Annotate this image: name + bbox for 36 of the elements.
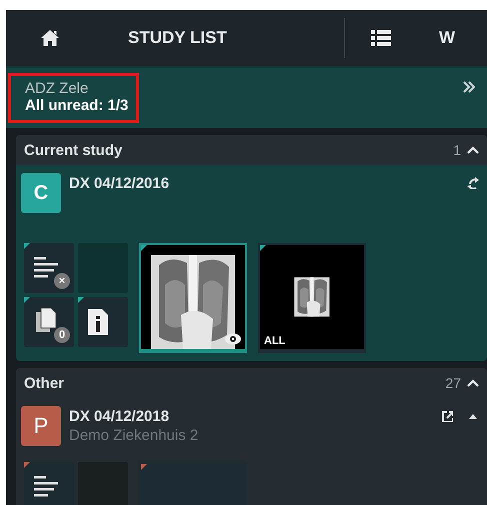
chevron-up-icon[interactable] bbox=[467, 379, 479, 387]
info-tile[interactable] bbox=[78, 297, 128, 347]
unread-count: All unread: 1/3 bbox=[25, 97, 128, 114]
document-tile[interactable]: 0 bbox=[24, 297, 74, 347]
report-tile[interactable]: × bbox=[24, 243, 74, 293]
report-tile[interactable] bbox=[24, 462, 74, 505]
study-count: 1 bbox=[453, 142, 461, 158]
double-chevron-icon[interactable] bbox=[463, 81, 475, 93]
count-badge: × bbox=[54, 273, 70, 289]
section-title: Current study bbox=[24, 142, 122, 158]
study-title: DX 04/12/2016 bbox=[69, 175, 170, 192]
export-icon[interactable] bbox=[441, 410, 453, 422]
info-document-icon bbox=[88, 309, 108, 335]
home-icon bbox=[40, 29, 60, 47]
location-name: ADZ Zele bbox=[25, 80, 90, 97]
hospital-name: Demo Ziekenhuis 2 bbox=[69, 427, 200, 444]
study-list-tab[interactable]: STUDY LIST bbox=[128, 28, 288, 48]
corner-mark-icon bbox=[24, 462, 30, 468]
next-tab[interactable]: W bbox=[439, 28, 456, 48]
corner-mark-icon bbox=[260, 245, 266, 251]
avatar-badge: P bbox=[21, 406, 61, 446]
study-title: DX 04/12/2018 bbox=[69, 408, 170, 425]
xray-thumbnail[interactable]: ALL bbox=[258, 243, 366, 353]
series-label: ALL bbox=[264, 335, 286, 347]
list-icon bbox=[371, 30, 391, 46]
count-badge: 0 bbox=[54, 327, 70, 343]
corner-mark-icon bbox=[141, 245, 147, 251]
corner-mark-icon bbox=[24, 243, 30, 249]
avatar-badge: C bbox=[21, 173, 61, 213]
chevron-up-icon[interactable] bbox=[467, 146, 479, 154]
corner-mark-icon bbox=[141, 464, 147, 470]
corner-mark-icon bbox=[24, 297, 30, 303]
study-count: 27 bbox=[445, 375, 461, 391]
section-title: Other bbox=[24, 374, 64, 392]
sync-icon[interactable] bbox=[467, 177, 479, 189]
corner-mark-icon bbox=[78, 297, 84, 303]
